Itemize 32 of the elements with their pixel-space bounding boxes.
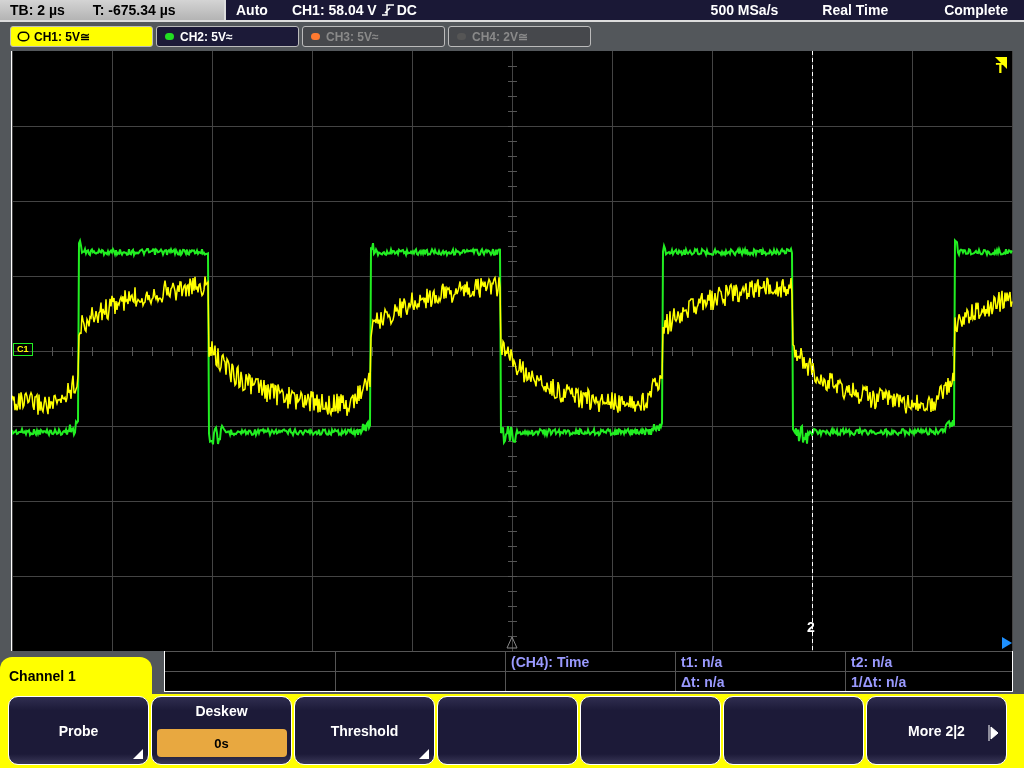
next-page-icon xyxy=(988,725,998,741)
softkey-button[interactable]: Threshold xyxy=(294,696,435,765)
submenu-corner-icon xyxy=(419,749,429,759)
deskew-softkey[interactable]: Deskew 0s xyxy=(151,696,292,765)
channel-tab[interactable]: CH1: 5V≅ xyxy=(10,26,153,47)
softkey-button[interactable]: More 2|2 xyxy=(866,696,1007,765)
table-cell: Δt: n/a xyxy=(676,671,846,691)
softkey-button[interactable] xyxy=(723,696,864,765)
channel-tab[interactable]: CH2: 5V≈ xyxy=(156,26,299,47)
submenu-corner-icon xyxy=(133,749,143,759)
channel-marker[interactable]: C1 xyxy=(13,343,33,356)
trigger-time-label: T: -675.34 µs xyxy=(92,2,176,18)
trigger-level-label: CH1: 58.04 V xyxy=(291,2,377,18)
cursor-line[interactable] xyxy=(812,51,813,651)
softkey-button[interactable] xyxy=(580,696,721,765)
table-cell: 1/Δt: n/a xyxy=(846,671,1012,691)
table-cell: t2: n/a xyxy=(846,651,1012,671)
acquisition-mode-label: Real Time xyxy=(822,2,889,18)
trigger-mode-label: Auto xyxy=(236,2,268,18)
softkey-label: Deskew xyxy=(195,703,248,719)
timebase-label: TB: 2 µs xyxy=(10,2,65,18)
table-cell: (CH4): Time xyxy=(506,651,676,671)
softkey-button[interactable] xyxy=(437,696,578,765)
sample-rate-label: 500 MSa/s xyxy=(710,2,779,18)
softkey-button[interactable]: Probe xyxy=(8,696,149,765)
trigger-coupling-label: DC xyxy=(396,2,417,18)
rising-edge-icon xyxy=(380,3,395,17)
scroll-right-icon[interactable] xyxy=(1002,637,1012,649)
acquisition-state-label: Complete xyxy=(944,2,1008,18)
trigger-position-icon xyxy=(506,636,518,649)
value-field[interactable]: 0s xyxy=(156,729,287,757)
table-cell: t1: n/a xyxy=(676,651,846,671)
